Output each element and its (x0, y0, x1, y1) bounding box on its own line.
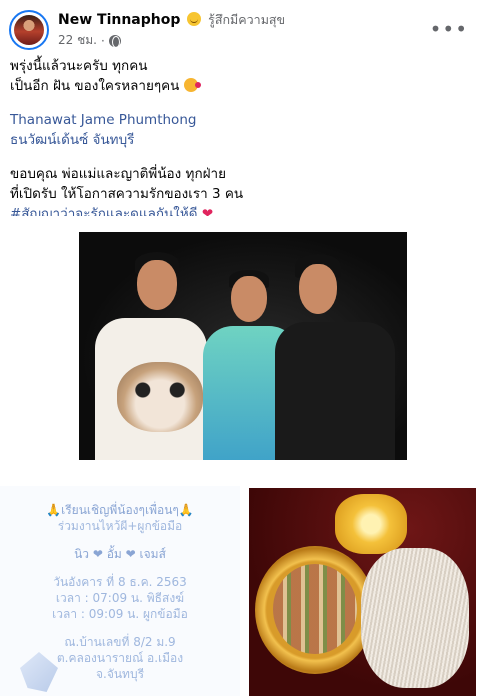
invite-title: 🙏เรียนเชิญพี่น้องๆเพื่อนๆ🙏 (46, 503, 194, 517)
group-photo[interactable] (79, 232, 407, 460)
invite-time-1: เวลา : 07:09 น. พิธีสงฆ์ (55, 591, 185, 605)
cat-pillow (117, 362, 203, 432)
feeling-text: รู้สึกมีความสุข (208, 12, 286, 27)
sacred-threads (361, 548, 469, 688)
post-header: New Tinnaphop รู้สึกมีความสุข 22 ชม. · •… (0, 0, 488, 56)
globe-icon[interactable] (108, 34, 121, 48)
more-options-button[interactable]: ••• (430, 17, 468, 41)
text-line-4: ที่เปิดรับ ให้โอกาสความรักของเรา 3 คน (10, 186, 244, 202)
happy-emoji-icon (187, 12, 202, 26)
invite-names: นิว ❤ อั้ม ❤ เจมส์ (74, 547, 166, 561)
author-name[interactable]: New Tinnaphop (58, 12, 180, 28)
person-right (275, 254, 395, 460)
text-line-3: ขอบคุณ พ่อแม่และญาติพี่น้อง ทุกฝ่าย (10, 166, 227, 182)
invitation-card[interactable]: 🙏เรียนเชิญพี่น้องๆเพื่อนๆ🙏 ร่วมงานไหว้ผี… (0, 486, 240, 696)
post-time[interactable]: 22 ชม. (58, 31, 97, 50)
post-meta: 22 ชม. · (58, 31, 121, 50)
gold-bowl (335, 494, 407, 554)
invite-place-1: ณ.บ้านเลขที่ 8/2 ม.9 (64, 635, 176, 649)
ceremony-tray-photo[interactable] (249, 488, 476, 696)
invite-time-2: เวลา : 09:09 น. ผูกข้อมือ (52, 607, 188, 621)
hug-emoji-icon (183, 78, 201, 92)
text-line-2: เป็นอีก ฝัน ของใครหลายๆคน (10, 76, 470, 96)
author-line: New Tinnaphop รู้สึกมีความสุข (58, 10, 285, 30)
facebook-post: New Tinnaphop รู้สึกมีความสุข 22 ชม. · •… (0, 0, 488, 696)
invite-date: วันอังคาร ที่ 8 ธ.ค. 2563 (53, 575, 187, 589)
invite-subtitle: ร่วมงานไหว้ผี+ผูกข้อมือ (57, 519, 183, 533)
photo-collage[interactable]: 🙏เรียนเชิญพี่น้องๆเพื่อนๆ🙏 ร่วมงานไหว้ผี… (0, 216, 488, 696)
person-left (89, 252, 207, 460)
offering-tray (255, 546, 375, 674)
text-line-2-content: เป็นอีก ฝัน ของใครหลายๆคน (10, 78, 180, 94)
meta-separator: · (100, 33, 105, 48)
author-avatar[interactable] (9, 10, 49, 50)
tagged-place-link[interactable]: ธนวัฒน์เด้นซ์ จันทบุรี (10, 130, 470, 150)
post-text: พรุ่งนี้แล้วนะครับ ทุกคน เป็นอีก ฝัน ของ… (10, 56, 470, 224)
text-line-1: พรุ่งนี้แล้วนะครับ ทุกคน (10, 58, 148, 74)
tagged-person-link[interactable]: Thanawat Jame Phumthong (10, 110, 470, 130)
